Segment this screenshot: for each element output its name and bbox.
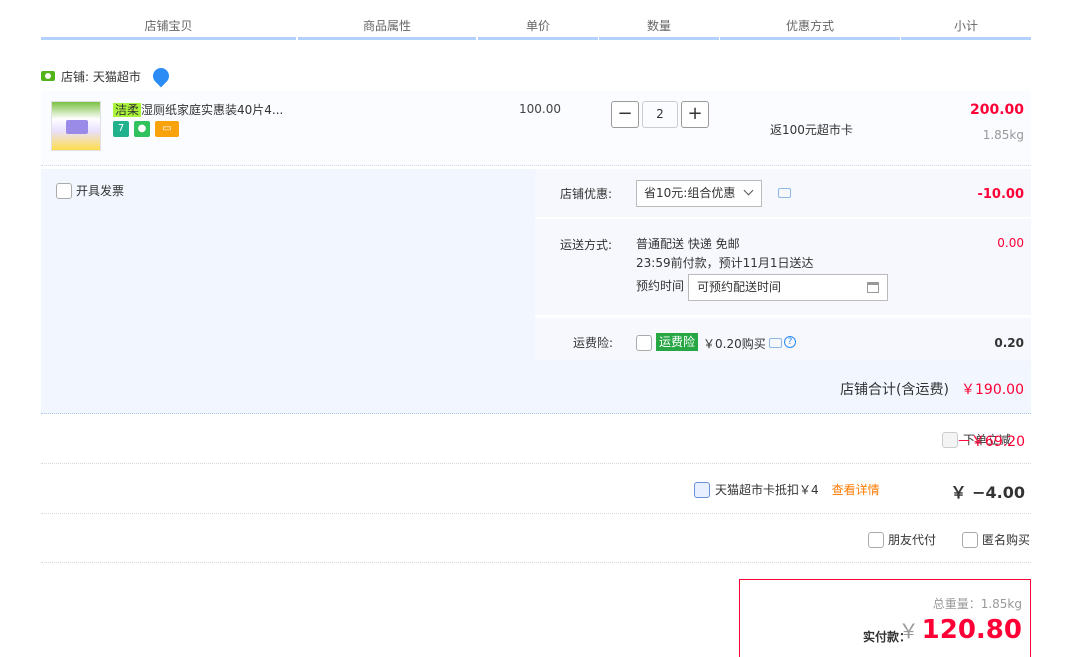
col-header-quantity: 数量 bbox=[599, 18, 719, 40]
divider bbox=[41, 562, 1031, 563]
anonymous-purchase-label: 匿名购买 bbox=[981, 533, 1030, 547]
shop-discount-label: 店铺优惠: bbox=[560, 187, 613, 201]
supermarket-card-checkbox[interactable] bbox=[694, 481, 710, 498]
item-subtotal: 200.00 bbox=[969, 102, 1024, 118]
col-header-promotion: 优惠方式 bbox=[720, 18, 900, 40]
friend-pay-option[interactable]: 朋友代付 bbox=[867, 531, 936, 548]
quantity-input[interactable]: 2 bbox=[642, 101, 678, 128]
shop-total-amount: ￥190.00 bbox=[961, 382, 1024, 398]
col-header-subtotal: 小计 bbox=[901, 18, 1031, 40]
col-header-unit-price: 单价 bbox=[478, 18, 598, 40]
insurance-label: 运费险: bbox=[573, 336, 614, 350]
quantity-stepper: − 2 + bbox=[611, 101, 709, 128]
invoice-checkbox[interactable] bbox=[56, 182, 72, 199]
guarantee-icon: ● bbox=[134, 121, 150, 137]
item-weight: 1.85kg bbox=[982, 128, 1024, 142]
supermarket-card-option[interactable]: 天猫超市卡抵扣￥4 查看详情 bbox=[694, 481, 880, 498]
comment-icon[interactable] bbox=[778, 188, 791, 198]
chevron-down-icon bbox=[743, 185, 754, 196]
cart-item-row: 洁柔 湿厕纸家庭实惠装40片4... 7 ● ▭ 100.00 − 2 + 返10… bbox=[41, 91, 1031, 166]
friend-pay-checkbox[interactable] bbox=[867, 531, 884, 548]
product-thumbnail[interactable] bbox=[51, 101, 101, 151]
order-details-panel: 店铺优惠: 省10元:组合优惠 -10.00 运送方式: 普通配送 快递 免邮 … bbox=[535, 169, 1031, 361]
instant-discount-amount: －￥69.20 bbox=[956, 434, 1025, 450]
invoice-label: 开具发票 bbox=[76, 184, 125, 198]
shipping-insurance-section: 运费险: ￥0.20购买 ? 0.20 bbox=[535, 318, 1031, 361]
comment-icon[interactable] bbox=[769, 338, 782, 348]
shop-discount-amount: -10.00 bbox=[977, 187, 1024, 202]
col-header-item: 店铺宝贝 bbox=[41, 18, 296, 40]
shop-discount-section: 店铺优惠: 省10元:组合优惠 -10.00 bbox=[535, 169, 1031, 217]
delivery-label: 运送方式: bbox=[560, 238, 613, 252]
friend-pay-label: 朋友代付 bbox=[887, 533, 936, 547]
insurance-price: ￥0.20购买 bbox=[703, 337, 766, 351]
actual-payment-amount: ￥ 120.80 bbox=[899, 615, 1022, 645]
quantity-plus-button[interactable]: + bbox=[681, 101, 709, 128]
shop-name[interactable]: 店铺: 天猫超市 bbox=[61, 68, 141, 85]
help-icon[interactable]: ? bbox=[784, 336, 796, 348]
shop-total-label: 店铺合计(含运费) bbox=[840, 382, 949, 398]
delivery-method: 普通配送 快递 免邮 bbox=[636, 237, 740, 251]
promotion-text: 返100元超市卡 bbox=[770, 123, 853, 137]
anonymous-purchase-checkbox[interactable] bbox=[961, 531, 978, 548]
delivery-eta: 23:59前付款，预计11月1日送达 bbox=[636, 256, 814, 270]
shop-discount-value: 省10元:组合优惠 bbox=[644, 186, 736, 200]
invoice-option[interactable]: 开具发票 bbox=[56, 182, 124, 199]
product-brand-highlight: 洁柔 bbox=[113, 103, 142, 117]
total-weight: 总重量：1.85kg bbox=[932, 597, 1022, 611]
quantity-minus-button[interactable]: − bbox=[611, 101, 639, 128]
product-title-text: 湿厕纸家庭实惠装40片4... bbox=[141, 103, 284, 117]
payment-summary-box: 总重量：1.85kg 实付款： ￥ 120.80 bbox=[739, 579, 1031, 657]
actual-payment-value: 120.80 bbox=[921, 615, 1022, 645]
delivery-amount: 0.00 bbox=[997, 236, 1024, 250]
extra-payment-options: 朋友代付 匿名购买 bbox=[867, 531, 1030, 548]
insurance-checkbox[interactable] bbox=[636, 335, 652, 351]
supermarket-card-amount: ￥ −4.00 bbox=[950, 483, 1025, 502]
shop-badge-icon bbox=[41, 70, 55, 82]
supermarket-card-label: 天猫超市卡抵扣￥4 bbox=[715, 483, 819, 497]
schedule-time-input[interactable]: 可预约配送时间 bbox=[688, 274, 888, 301]
insurance-badge: 运费险 bbox=[656, 333, 699, 351]
chat-drop-icon[interactable] bbox=[149, 64, 173, 88]
product-title[interactable]: 洁柔 湿厕纸家庭实惠装40片4... bbox=[113, 101, 293, 118]
seven-day-return-icon: 7 bbox=[113, 121, 129, 137]
instant-discount-checkbox[interactable] bbox=[941, 431, 958, 448]
view-details-link[interactable]: 查看详情 bbox=[832, 481, 880, 498]
divider bbox=[41, 513, 1031, 514]
cart-table-header: 店铺宝贝 商品属性 单价 数量 优惠方式 小计 bbox=[41, 18, 1031, 40]
calendar-icon[interactable] bbox=[867, 282, 879, 293]
schedule-time-placeholder: 可预约配送时间 bbox=[697, 280, 782, 294]
order-options-panel: 开具发票 店铺优惠: 省10元:组合优惠 -10.00 运送方式: 普通配送 快… bbox=[41, 169, 1031, 414]
schedule-label: 预约时间 bbox=[636, 279, 685, 293]
unit-price: 100.00 bbox=[519, 102, 561, 116]
currency-symbol: ￥ bbox=[898, 619, 919, 643]
insurance-amount: 0.20 bbox=[994, 336, 1024, 350]
product-badges: 7 ● ▭ bbox=[113, 121, 179, 137]
col-header-attributes: 商品属性 bbox=[298, 18, 476, 40]
card-pay-icon: ▭ bbox=[155, 121, 179, 137]
divider bbox=[41, 463, 1031, 464]
anonymous-purchase-option[interactable]: 匿名购买 bbox=[961, 531, 1030, 548]
shop-discount-select[interactable]: 省10元:组合优惠 bbox=[636, 180, 762, 207]
shop-total: 店铺合计(含运费) ￥190.00 bbox=[840, 379, 1024, 399]
shop-line: 店铺: 天猫超市 bbox=[41, 64, 173, 88]
